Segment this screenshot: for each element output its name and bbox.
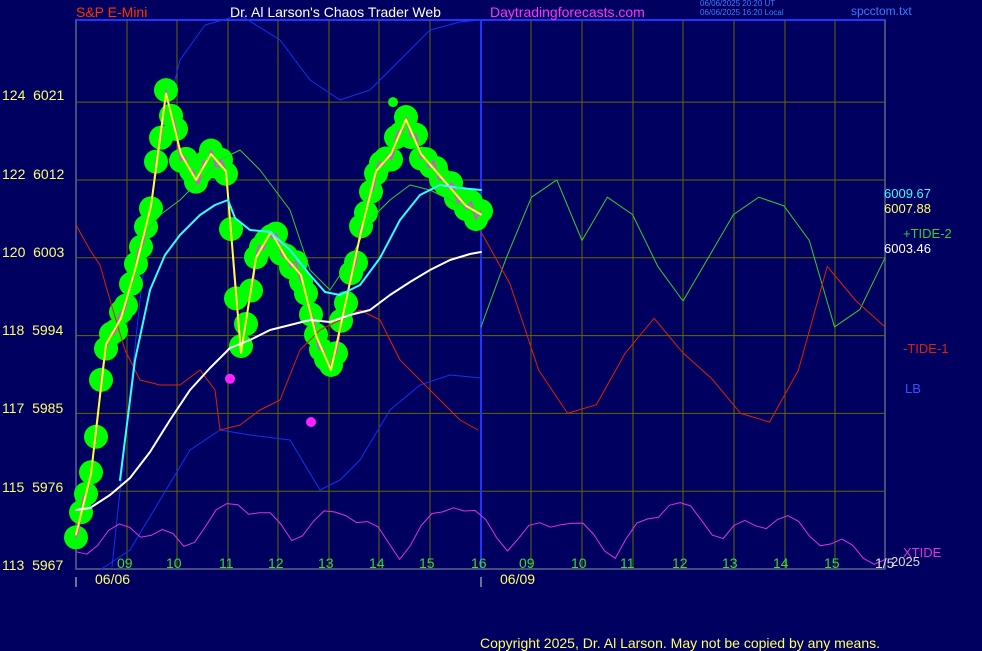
- copyright: Copyright 2025, Dr. Al Larson. May not b…: [480, 635, 881, 651]
- date-label: 06/09: [500, 571, 536, 587]
- x-label: 15: [824, 555, 840, 571]
- x-label: 13: [722, 555, 738, 571]
- lb-label: LB: [905, 381, 921, 396]
- y-label-124: 124 6021: [2, 87, 65, 103]
- cyan-average: [119, 184, 482, 481]
- y-label-117: 117 5985: [2, 400, 64, 416]
- x-label: 10: [571, 555, 587, 571]
- y-label-122: 122 6012: [2, 166, 65, 182]
- x-label: 14: [369, 555, 385, 571]
- tide-plus-label: +TIDE-2: [903, 226, 952, 241]
- x-label: 14: [773, 555, 789, 571]
- chart-author: Dr. Al Larson's Chaos Trader Web: [230, 4, 441, 20]
- y-label-120: 120 6003: [2, 244, 65, 260]
- y-label-115: 115 5976: [2, 479, 64, 495]
- file-name: spcctom.txt: [851, 4, 912, 18]
- chart-svg: [64, 14, 886, 587]
- year-label: 2025: [891, 554, 920, 569]
- marker-dot: [225, 373, 235, 384]
- x-label: 09: [519, 555, 535, 571]
- value-yellow: 6007.88: [884, 201, 931, 216]
- x-label: 13: [318, 555, 334, 571]
- marker-dot: [306, 417, 316, 428]
- x-label: 12: [672, 555, 688, 571]
- marker-dot: [388, 97, 398, 108]
- date-label: 06/06: [95, 571, 131, 587]
- y-label-113: 113 5967: [2, 557, 64, 573]
- x-label: 12: [268, 555, 284, 571]
- value-white: 6003.46: [884, 241, 931, 256]
- value-cyan: 6009.67: [884, 186, 931, 201]
- x-label: 11: [219, 555, 234, 571]
- chart-symbol: S&P E-Mini: [76, 4, 148, 20]
- x-label: 10: [166, 555, 182, 571]
- timestamp-ut: 06/06/2025 20:20 UT: [700, 0, 776, 8]
- x-label: 16: [471, 555, 487, 571]
- lower-band: [99, 374, 482, 571]
- tide-minus-label: -TIDE-1: [903, 341, 949, 356]
- x-label: 15: [419, 555, 435, 571]
- timestamp-local: 06/06/2025 16:20 Local: [700, 8, 784, 17]
- x-label: 11: [620, 555, 635, 571]
- site-link[interactable]: Daytradingforecasts.com: [490, 4, 645, 20]
- x-label: 09: [117, 555, 133, 571]
- y-label-118: 118 5994: [2, 322, 64, 338]
